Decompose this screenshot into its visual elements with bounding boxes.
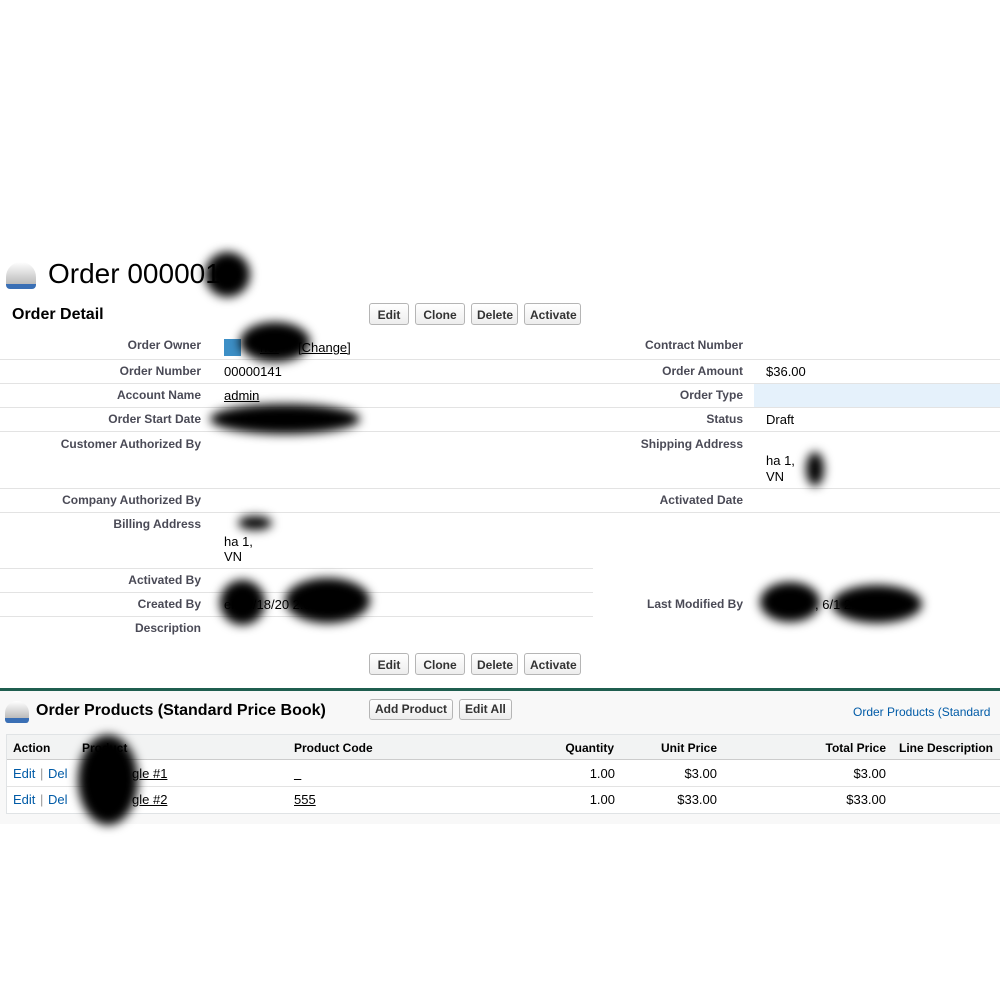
- label-status: Status: [706, 412, 743, 426]
- edit-button[interactable]: Edit: [369, 303, 409, 325]
- col-line-description[interactable]: Line Description: [899, 741, 993, 755]
- activate-button-bottom[interactable]: Activate: [524, 653, 581, 675]
- col-unit-price[interactable]: Unit Price: [661, 741, 717, 755]
- col-product-code[interactable]: Product Code: [294, 741, 373, 755]
- col-total-price[interactable]: Total Price: [826, 741, 886, 755]
- label-customer-authorized: Customer Authorized By: [60, 437, 201, 451]
- billing-line-2: VN: [224, 549, 243, 564]
- product-link[interactable]: gle #2: [132, 792, 167, 807]
- label-order-number: Order Number: [119, 364, 201, 378]
- label-activated-date: Activated Date: [659, 493, 743, 507]
- clone-button-bottom[interactable]: Clone: [415, 653, 465, 675]
- delete-button[interactable]: Delete: [471, 303, 518, 325]
- label-billing-address: Billing Address: [113, 517, 201, 531]
- label-order-amount: Order Amount: [662, 364, 743, 378]
- products-bell-icon: [5, 701, 29, 723]
- label-start-date: Order Start Date: [108, 412, 201, 426]
- products-link[interactable]: Order Products (Standard: [853, 705, 990, 719]
- page-title: Order 000001: [48, 258, 221, 289]
- total-price: $3.00: [853, 766, 886, 781]
- label-created-by: Created By: [137, 597, 201, 611]
- label-account-name: Account Name: [116, 388, 201, 402]
- order-bell-icon: [6, 262, 36, 289]
- redaction: [205, 252, 250, 297]
- col-action: Action: [13, 741, 51, 755]
- activate-button[interactable]: Activate: [524, 303, 581, 325]
- label-order-type: Order Type: [679, 388, 743, 402]
- user-avatar-icon: [224, 339, 241, 356]
- delete-button-bottom[interactable]: Delete: [471, 653, 518, 675]
- col-quantity[interactable]: Quantity: [565, 741, 614, 755]
- quantity: 1.00: [589, 766, 615, 781]
- shipping-line-2: VN: [766, 469, 785, 484]
- edit-button-bottom[interactable]: Edit: [369, 653, 409, 675]
- order-type-field[interactable]: [754, 384, 1000, 407]
- label-description: Description: [134, 621, 201, 635]
- product-code-link[interactable]: _: [294, 766, 301, 781]
- total-price: $33.00: [846, 792, 886, 807]
- product-code-link[interactable]: 555: [294, 792, 316, 807]
- status-value: Draft: [766, 412, 795, 427]
- row-del-link[interactable]: Del: [48, 792, 68, 807]
- unit-price: $33.00: [677, 792, 717, 807]
- shipping-line-1: ha 1,: [766, 453, 795, 468]
- add-product-button[interactable]: Add Product: [369, 699, 453, 720]
- account-name-link[interactable]: admin: [224, 388, 259, 403]
- clone-button[interactable]: Clone: [415, 303, 465, 325]
- products-heading: Order Products (Standard Price Book): [36, 702, 326, 719]
- row-edit-link[interactable]: Edit: [13, 792, 35, 807]
- label-order-owner: Order Owner: [127, 338, 201, 352]
- label-activated-by: Activated By: [128, 573, 201, 587]
- billing-line-1: ha 1,: [224, 534, 253, 549]
- order-number-value: 00000141: [224, 364, 282, 379]
- order-amount-value: $36.00: [766, 364, 806, 379]
- quantity: 1.00: [589, 792, 615, 807]
- label-shipping-address: Shipping Address: [640, 437, 743, 451]
- label-last-modified-by: Last Modified By: [646, 597, 743, 611]
- row-edit-link[interactable]: Edit: [13, 766, 35, 781]
- section-title: Order Detail: [12, 306, 104, 323]
- label-company-authorized: Company Authorized By: [62, 493, 201, 507]
- unit-price: $3.00: [684, 766, 717, 781]
- label-contract-number: Contract Number: [644, 338, 743, 352]
- row-del-link[interactable]: Del: [48, 766, 68, 781]
- edit-all-button[interactable]: Edit All: [459, 699, 512, 720]
